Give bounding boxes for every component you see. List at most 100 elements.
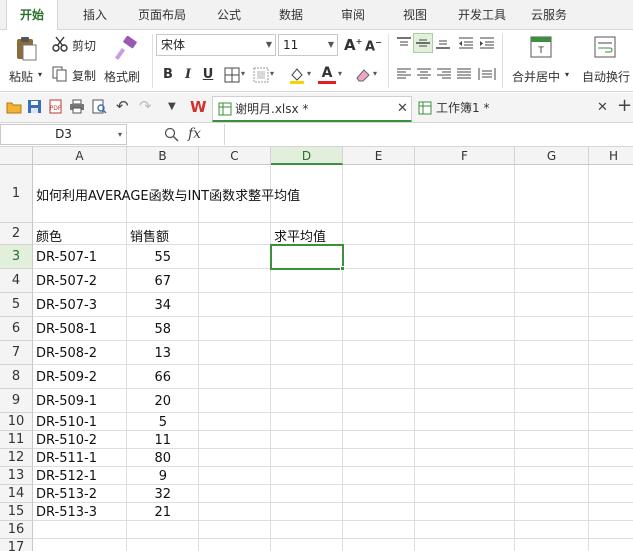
cell-a10[interactable]: DR-510-1 <box>36 415 97 430</box>
save-icon[interactable] <box>27 99 42 114</box>
copy-button[interactable]: 复制 <box>52 64 104 84</box>
font-size-select[interactable]: 11 ▼ <box>278 34 338 56</box>
row-header-12[interactable]: 12 <box>0 449 33 467</box>
italic-button[interactable]: I <box>178 65 198 85</box>
cell-b6[interactable]: 58 <box>127 322 171 337</box>
format-painter-button[interactable]: 格式刷 <box>104 34 146 88</box>
tab-formulas[interactable]: 公式 <box>204 0 254 30</box>
row-header-17[interactable]: 17 <box>0 539 33 551</box>
indent-increase-icon[interactable] <box>479 36 495 50</box>
wps-logo-icon[interactable]: W <box>190 98 207 116</box>
print-icon[interactable] <box>69 99 85 114</box>
open-folder-icon[interactable] <box>6 100 22 114</box>
decrease-font-icon[interactable]: A− <box>365 38 383 56</box>
name-box[interactable]: D3 ▾ <box>0 124 127 145</box>
align-justify-icon[interactable] <box>456 67 472 81</box>
cell-b4[interactable]: 67 <box>127 274 171 289</box>
redo-icon[interactable]: ↷ <box>139 97 152 115</box>
cell-b11[interactable]: 11 <box>127 433 171 448</box>
row-header-5[interactable]: 5 <box>0 293 33 317</box>
row-header-2[interactable]: 2 <box>0 223 33 245</box>
active-cell-d3[interactable] <box>270 244 344 270</box>
tab-home[interactable]: 开始 <box>6 0 58 31</box>
formula-input[interactable] <box>224 124 633 145</box>
tab-page-layout[interactable]: 页面布局 <box>132 0 192 30</box>
distributed-align-icon[interactable] <box>478 67 496 81</box>
cut-button[interactable]: 剪切 <box>52 34 104 54</box>
cell-b3[interactable]: 55 <box>127 250 171 265</box>
cell-b8[interactable]: 66 <box>127 370 171 385</box>
cell-b13[interactable]: 9 <box>127 469 167 484</box>
cell-a13[interactable]: DR-512-1 <box>36 469 97 484</box>
align-middle-icon[interactable] <box>415 36 431 50</box>
tab-review[interactable]: 审阅 <box>328 0 378 30</box>
font-name-select[interactable]: 宋体 ▼ <box>156 34 276 56</box>
cell-a6[interactable]: DR-508-1 <box>36 322 97 337</box>
tab-data[interactable]: 数据 <box>266 0 316 30</box>
close-icon[interactable]: ✕ <box>597 96 608 120</box>
merge-center-button[interactable]: T 合并居中 ▾ <box>508 34 574 88</box>
cell-a3[interactable]: DR-507-1 <box>36 250 97 265</box>
cell-b5[interactable]: 34 <box>127 298 171 313</box>
cell-a9[interactable]: DR-509-1 <box>36 394 97 409</box>
close-icon[interactable]: ✕ <box>397 97 408 121</box>
align-center-icon[interactable] <box>416 67 432 81</box>
fill-color-icon[interactable] <box>288 66 306 84</box>
cell-a4[interactable]: DR-507-2 <box>36 274 97 289</box>
doc-tab[interactable]: 工作簿1 * ✕ <box>414 96 614 122</box>
column-header-f[interactable]: F <box>415 147 515 165</box>
indent-decrease-icon[interactable] <box>458 36 474 50</box>
underline-button[interactable]: U <box>198 65 218 85</box>
cell-style-icon[interactable] <box>253 67 269 83</box>
column-header-e[interactable]: E <box>343 147 415 165</box>
column-header-c[interactable]: C <box>199 147 271 165</box>
cell-a8[interactable]: DR-509-2 <box>36 370 97 385</box>
doc-tab-active[interactable]: 谢明月.xlsx * ✕ <box>212 96 412 122</box>
row-header-10[interactable]: 10 <box>0 413 33 431</box>
increase-font-icon[interactable]: A+ <box>344 36 362 54</box>
paste-button[interactable]: 粘贴 ▾ <box>6 34 46 88</box>
cell-b10[interactable]: 5 <box>127 415 167 430</box>
row-header-7[interactable]: 7 <box>0 341 33 365</box>
column-header-d[interactable]: D <box>271 147 343 165</box>
align-right-icon[interactable] <box>436 67 452 81</box>
cell-b15[interactable]: 21 <box>127 505 171 520</box>
cell-a14[interactable]: DR-513-2 <box>36 487 97 502</box>
new-tab-icon[interactable]: + <box>617 95 632 116</box>
chevron-down-icon[interactable]: ▼ <box>168 101 176 112</box>
column-header-b[interactable]: B <box>127 147 199 165</box>
tab-view[interactable]: 视图 <box>390 0 440 30</box>
tab-insert[interactable]: 插入 <box>70 0 120 30</box>
row-header-9[interactable]: 9 <box>0 389 33 413</box>
undo-icon[interactable]: ↶ <box>116 97 129 115</box>
row-header-15[interactable]: 15 <box>0 503 33 521</box>
export-pdf-icon[interactable]: PDF <box>48 99 63 114</box>
column-header-a[interactable]: A <box>33 147 127 165</box>
font-color-icon[interactable]: A <box>318 64 336 84</box>
row-header-3[interactable]: 3 <box>0 245 33 269</box>
row-header-11[interactable]: 11 <box>0 431 33 449</box>
zoom-icon[interactable] <box>164 127 179 142</box>
row-header-13[interactable]: 13 <box>0 467 33 485</box>
cell-a12[interactable]: DR-511-1 <box>36 451 97 466</box>
print-preview-icon[interactable] <box>92 99 107 114</box>
cell-a15[interactable]: DR-513-3 <box>36 505 97 520</box>
row-header-14[interactable]: 14 <box>0 485 33 503</box>
cell-a11[interactable]: DR-510-2 <box>36 433 97 448</box>
column-header-h[interactable]: H <box>589 147 633 165</box>
cell-b7[interactable]: 13 <box>127 346 171 361</box>
tab-cloud[interactable]: 云服务 <box>524 0 574 30</box>
cell-a5[interactable]: DR-507-3 <box>36 298 97 313</box>
eraser-icon[interactable] <box>354 66 372 84</box>
wrap-text-button[interactable]: 自动换行 <box>578 34 630 88</box>
fill-handle[interactable] <box>340 266 345 271</box>
column-header-g[interactable]: G <box>515 147 589 165</box>
cell-b2[interactable]: 销售额 <box>130 226 169 245</box>
cell-a7[interactable]: DR-508-2 <box>36 346 97 361</box>
row-header-4[interactable]: 4 <box>0 269 33 293</box>
row-header-8[interactable]: 8 <box>0 365 33 389</box>
select-all-corner[interactable] <box>0 147 33 165</box>
cell-a2[interactable]: 颜色 <box>36 226 62 245</box>
cell-b9[interactable]: 20 <box>127 394 171 409</box>
row-header-1[interactable]: 1 <box>0 165 33 223</box>
